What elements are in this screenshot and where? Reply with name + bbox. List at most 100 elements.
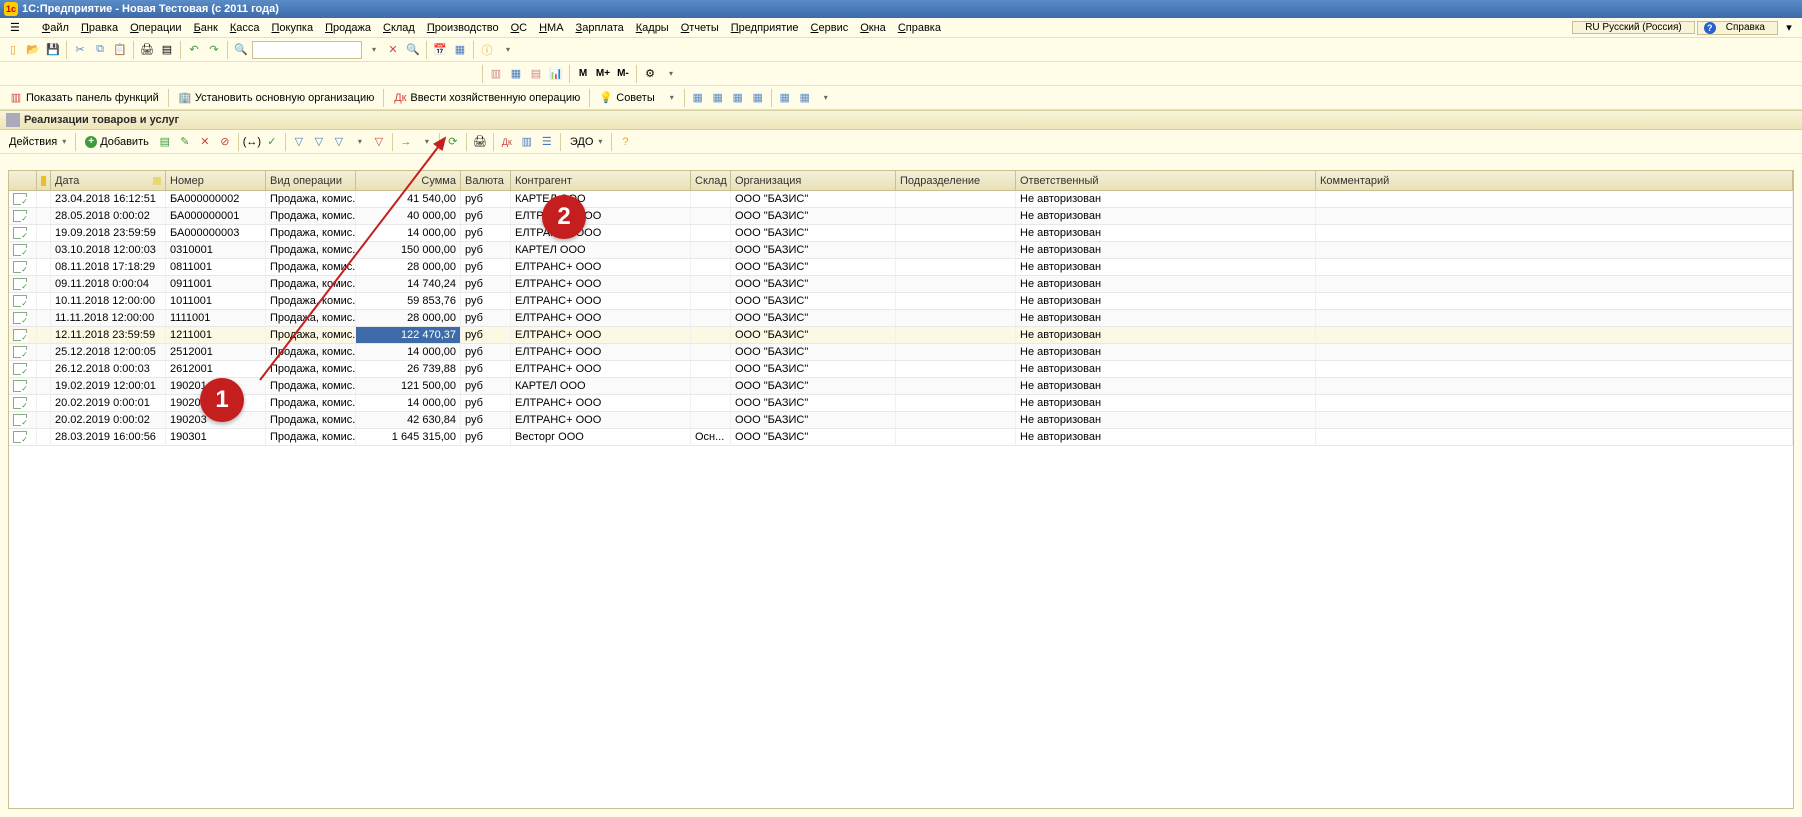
menu-item[interactable]: НМА bbox=[533, 22, 569, 34]
menu-item[interactable]: Зарплата bbox=[570, 22, 630, 34]
column-header[interactable]: Номер bbox=[166, 171, 266, 190]
table-row[interactable]: 03.10.2018 12:00:030310001Продажа, комис… bbox=[9, 242, 1793, 259]
filter-icon-1[interactable]: ▽ bbox=[290, 133, 308, 151]
help-tab[interactable]: ?Справка bbox=[1697, 21, 1778, 35]
table-row[interactable]: 12.11.2018 23:59:591211001Продажа, комис… bbox=[9, 327, 1793, 344]
structure-icon[interactable]: ▥ bbox=[518, 133, 536, 151]
calc-icon[interactable]: ▤ bbox=[527, 65, 545, 83]
report-icon-3[interactable]: ▦ bbox=[729, 89, 747, 107]
search-input[interactable] bbox=[252, 41, 362, 59]
column-header[interactable] bbox=[37, 171, 51, 190]
column-header[interactable]: Комментарий bbox=[1316, 171, 1793, 190]
menu-item[interactable]: ☰ bbox=[4, 21, 26, 34]
show-panel-button[interactable]: ▥Показать панель функций bbox=[4, 88, 164, 108]
actions-button[interactable]: Действия bbox=[4, 132, 71, 152]
date-filter-icon[interactable]: (↔) bbox=[243, 133, 261, 151]
language-tab[interactable]: RU Русский (Россия) bbox=[1572, 21, 1695, 34]
print-form-icon[interactable]: 🖨 bbox=[471, 133, 489, 151]
report-icon-1[interactable]: ▦ bbox=[689, 89, 707, 107]
table-row[interactable]: 19.09.2018 23:59:59БА000000003Продажа, к… bbox=[9, 225, 1793, 242]
reports-dropdown[interactable] bbox=[816, 89, 834, 107]
menu-item[interactable]: Отчеты bbox=[675, 22, 725, 34]
calendar-icon[interactable]: 📅 bbox=[431, 41, 449, 59]
table-row[interactable]: 08.11.2018 17:18:290811001Продажа, комис… bbox=[9, 259, 1793, 276]
filter-dropdown[interactable] bbox=[350, 133, 368, 151]
column-header[interactable]: Вид операции bbox=[266, 171, 356, 190]
new-doc-icon[interactable]: ▯ bbox=[4, 41, 22, 59]
paste-icon[interactable]: 📋 bbox=[111, 41, 129, 59]
menu-item[interactable]: Кадры bbox=[630, 22, 675, 34]
table-row[interactable]: 23.04.2018 16:12:51БА000000002Продажа, к… bbox=[9, 191, 1793, 208]
filter-clear-icon[interactable]: ▽ bbox=[370, 133, 388, 151]
edit-row-icon[interactable]: ✎ bbox=[176, 133, 194, 151]
undo-icon[interactable]: ↶ bbox=[185, 41, 203, 59]
report-icon-4[interactable]: ▦ bbox=[749, 89, 767, 107]
m-minus-button[interactable]: М- bbox=[614, 65, 632, 83]
menu-item[interactable]: Предприятие bbox=[725, 22, 805, 34]
table-row[interactable]: 10.11.2018 12:00:001011001Продажа, комис… bbox=[9, 293, 1793, 310]
menu-item[interactable]: Справка bbox=[892, 22, 947, 34]
table-row[interactable]: 26.12.2018 0:00:032612001Продажа, комис.… bbox=[9, 361, 1793, 378]
tips-dropdown[interactable] bbox=[662, 89, 680, 107]
print-icon[interactable]: 🖨 bbox=[138, 41, 156, 59]
grid-icon[interactable]: ▦ bbox=[507, 65, 525, 83]
table-row[interactable]: 20.02.2019 0:00:01190202Продажа, комис..… bbox=[9, 395, 1793, 412]
table-row[interactable]: 20.02.2019 0:00:02190203Продажа, комис..… bbox=[9, 412, 1793, 429]
column-header[interactable]: Валюта bbox=[461, 171, 511, 190]
approve-icon[interactable]: ✓ bbox=[263, 133, 281, 151]
menu-item[interactable]: Продажа bbox=[319, 22, 377, 34]
copy-icon[interactable]: ⧉ bbox=[91, 41, 109, 59]
menu-item[interactable]: Производство bbox=[421, 22, 505, 34]
copy-row-icon[interactable]: ▤ bbox=[156, 133, 174, 151]
search-icon[interactable]: 🔍 bbox=[232, 41, 250, 59]
list-view-icon[interactable]: ☰ bbox=[538, 133, 556, 151]
add-button[interactable]: +Добавить bbox=[80, 132, 154, 152]
menu-item[interactable]: Операции bbox=[124, 22, 187, 34]
mark-icon[interactable]: ⊘ bbox=[216, 133, 234, 151]
edo-button[interactable]: ЭДО bbox=[565, 132, 608, 152]
menu-item[interactable]: Касса bbox=[224, 22, 266, 34]
m-plus-button[interactable]: М+ bbox=[594, 65, 612, 83]
goto-dropdown[interactable] bbox=[417, 133, 435, 151]
table-row[interactable]: 11.11.2018 12:00:001111001Продажа, комис… bbox=[9, 310, 1793, 327]
open-icon[interactable]: 📂 bbox=[24, 41, 42, 59]
chart-icon[interactable]: 📊 bbox=[547, 65, 565, 83]
cut-icon[interactable]: ✂ bbox=[71, 41, 89, 59]
goto-icon[interactable]: → bbox=[397, 133, 415, 151]
table-row[interactable]: 09.11.2018 0:00:040911001Продажа, комис.… bbox=[9, 276, 1793, 293]
report-icon-2[interactable]: ▦ bbox=[709, 89, 727, 107]
report-icon-6[interactable]: ▦ bbox=[796, 89, 814, 107]
menu-item[interactable]: Правка bbox=[75, 22, 124, 34]
column-header[interactable]: Склад bbox=[691, 171, 731, 190]
menu-item[interactable]: Файл bbox=[36, 22, 75, 34]
menu-item[interactable]: Окна bbox=[854, 22, 892, 34]
print-preview-icon[interactable]: ▤ bbox=[158, 41, 176, 59]
refresh-icon[interactable]: ⟳ bbox=[444, 133, 462, 151]
settings-icon[interactable]: ⚙ bbox=[641, 65, 659, 83]
help-form-icon[interactable]: ? bbox=[616, 133, 634, 151]
settings-dropdown[interactable] bbox=[661, 65, 679, 83]
table-row[interactable]: 28.03.2019 16:00:56190301Продажа, комис.… bbox=[9, 429, 1793, 446]
dropdown-icon[interactable]: ▾ bbox=[1780, 19, 1798, 37]
filter-icon-3[interactable]: ▽ bbox=[330, 133, 348, 151]
list-icon[interactable]: ▥ bbox=[487, 65, 505, 83]
menu-item[interactable]: Банк bbox=[188, 22, 224, 34]
search-next-icon[interactable]: 🔍 bbox=[404, 41, 422, 59]
menu-item[interactable]: Сервис bbox=[805, 22, 855, 34]
column-header[interactable]: Организация bbox=[731, 171, 896, 190]
menu-item[interactable]: Покупка bbox=[265, 22, 319, 34]
grid-body[interactable]: 23.04.2018 16:12:51БА000000002Продажа, к… bbox=[9, 191, 1793, 446]
tips-button[interactable]: 💡Советы bbox=[594, 88, 659, 108]
column-header[interactable]: Дата bbox=[51, 171, 166, 190]
column-header[interactable] bbox=[9, 171, 37, 190]
column-header[interactable]: Сумма bbox=[356, 171, 461, 190]
info-dropdown[interactable] bbox=[498, 41, 516, 59]
set-main-org-button[interactable]: 🏢Установить основную организацию bbox=[173, 88, 380, 108]
column-header[interactable]: Подразделение bbox=[896, 171, 1016, 190]
m-button[interactable]: М bbox=[574, 65, 592, 83]
column-header[interactable]: Ответственный bbox=[1016, 171, 1316, 190]
table-row[interactable]: 28.05.2018 0:00:02БА000000001Продажа, ко… bbox=[9, 208, 1793, 225]
menu-item[interactable]: Склад bbox=[377, 22, 421, 34]
calculator-icon[interactable]: ▦ bbox=[451, 41, 469, 59]
search-dropdown-icon[interactable] bbox=[364, 41, 382, 59]
